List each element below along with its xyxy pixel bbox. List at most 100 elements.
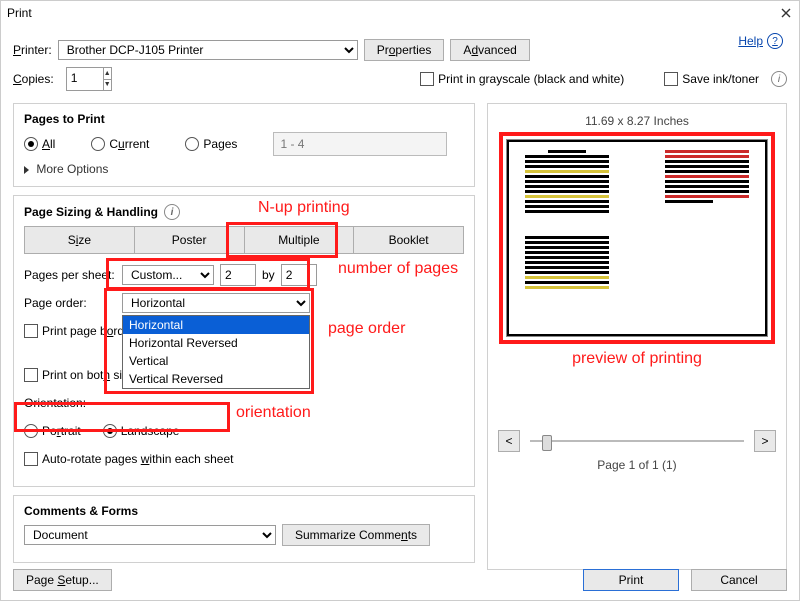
checkbox-box [24, 452, 38, 466]
tab-size[interactable]: Size [24, 226, 134, 254]
slider-track [530, 440, 744, 442]
radio-current-label: Current [109, 137, 149, 151]
printer-row: Printer: Brother DCP-J105 Printer Proper… [13, 39, 787, 61]
orientation-radios: Portrait Landscape [24, 420, 464, 442]
print-page-border-checkbox[interactable]: Print page border [24, 324, 135, 338]
preview-panel: 11.69 x 8.27 Inches [487, 103, 787, 570]
page-order-option[interactable]: Vertical Reversed [123, 370, 309, 388]
sizing-title: Page Sizing & Handling i [24, 204, 464, 220]
more-options-toggle[interactable]: More Options [24, 162, 464, 176]
page-order-option[interactable]: Horizontal Reversed [123, 334, 309, 352]
preview-dimensions: 11.69 x 8.27 Inches [585, 114, 689, 128]
checkbox-box [420, 72, 434, 86]
tab-multiple[interactable]: Multiple [244, 226, 354, 254]
info-icon[interactable]: i [771, 71, 787, 87]
radio-portrait[interactable]: Portrait [24, 424, 81, 438]
bottom-right-buttons: Print Cancel [583, 569, 787, 591]
sizing-tabs: Size Poster Multiple Booklet [24, 226, 464, 254]
radio-pages-label: Pages [203, 137, 237, 151]
checkbox-box [664, 72, 678, 86]
grayscale-label: Print in grayscale (black and white) [438, 72, 624, 86]
tab-booklet[interactable]: Booklet [353, 226, 464, 254]
orientation-label: Orientation: [24, 396, 116, 410]
advanced-button[interactable]: Advanced [450, 39, 529, 61]
pages-to-print-panel: Pages to Print All Current Pages 1 - 4 [13, 103, 475, 187]
pages-to-print-title: Pages to Print [24, 112, 464, 126]
window-title: Print [7, 6, 32, 20]
page-order-select[interactable]: Horizontal Horizontal Horizontal Reverse… [122, 293, 310, 313]
spinner-buttons[interactable]: ▲▼ [103, 68, 111, 90]
comments-row: Document Summarize Comments [24, 524, 464, 546]
printer-section: Help ? Printer: Brother DCP-J105 Printer… [1, 25, 799, 103]
preview-slider[interactable] [530, 434, 744, 448]
sizing-panel: Page Sizing & Handling i Size Poster Mul… [13, 195, 475, 487]
properties-button[interactable]: Properties [364, 39, 445, 61]
pps-label: Pages per sheet: [24, 268, 116, 282]
printer-select[interactable]: Brother DCP-J105 Printer [58, 40, 358, 60]
preview-prev-button[interactable]: < [498, 430, 520, 452]
page-order-label: Page order: [24, 296, 116, 310]
annotation-frame-preview [499, 132, 775, 344]
bottom-button-row: Page Setup... Print Cancel [1, 560, 799, 600]
spinner-up-icon[interactable]: ▲ [104, 68, 111, 80]
radio-current[interactable]: Current [91, 137, 149, 151]
radio-landscape[interactable]: Landscape [103, 424, 180, 438]
auto-rotate-label: Auto-rotate pages within each sheet [42, 452, 233, 466]
pps-by-label: by [262, 268, 275, 282]
page-order-dropdown-list: Horizontal Horizontal Reversed Vertical … [122, 315, 310, 389]
radio-dot [24, 424, 38, 438]
help-icon: ? [767, 33, 783, 49]
pps-cols-input[interactable] [220, 264, 256, 286]
cancel-button[interactable]: Cancel [691, 569, 787, 591]
copies-spinner[interactable]: ▲▼ [66, 67, 112, 91]
grayscale-checkbox[interactable]: Print in grayscale (black and white) [420, 72, 624, 86]
pages-per-sheet-row: Pages per sheet: Custom... by [24, 264, 464, 286]
printer-label: Printer: [13, 43, 52, 57]
page-of-label: Page 1 of 1 (1) [498, 458, 776, 472]
radio-dot [91, 137, 105, 151]
radio-portrait-label: Portrait [42, 424, 81, 438]
content-area: Pages to Print All Current Pages 1 - 4 [1, 103, 799, 582]
radio-dot [24, 137, 38, 151]
radio-all-label: All [42, 137, 55, 151]
pages-range-row: All Current Pages 1 - 4 [24, 132, 464, 156]
save-ink-checkbox[interactable]: Save ink/toner [664, 72, 759, 86]
comments-select[interactable]: Document [24, 525, 276, 545]
titlebar: Print [1, 1, 799, 25]
auto-rotate-checkbox[interactable]: Auto-rotate pages within each sheet [24, 452, 233, 466]
print-page-border-label: Print page border [42, 324, 135, 338]
radio-dot [185, 137, 199, 151]
save-ink-label: Save ink/toner [682, 72, 759, 86]
preview-next-button[interactable]: > [754, 430, 776, 452]
help-link[interactable]: Help ? [738, 33, 783, 49]
radio-pages[interactable]: Pages [185, 137, 237, 151]
page-order-option[interactable]: Horizontal [123, 316, 309, 334]
summarize-comments-button[interactable]: Summarize Comments [282, 524, 430, 546]
radio-dot [103, 424, 117, 438]
page-order-row: Page order: Horizontal Horizontal Horizo… [24, 292, 464, 314]
page-setup-button[interactable]: Page Setup... [13, 569, 112, 591]
print-button[interactable]: Print [583, 569, 679, 591]
copies-input[interactable] [67, 68, 103, 88]
close-icon [781, 8, 791, 18]
radio-all[interactable]: All [24, 137, 55, 151]
slider-thumb[interactable] [542, 435, 552, 451]
orientation-row: Orientation: [24, 392, 464, 414]
sizing-title-text: Page Sizing & Handling [24, 205, 158, 219]
chevron-right-icon [24, 166, 29, 174]
copies-row: Copies: ▲▼ Print in grayscale (black and… [13, 67, 787, 91]
info-icon[interactable]: i [164, 204, 180, 220]
annotation-text-preview: preview of printing [572, 350, 702, 368]
close-button[interactable] [779, 6, 793, 20]
pps-rows-input[interactable] [281, 264, 317, 286]
preview-frame [507, 140, 767, 336]
pps-mode-select[interactable]: Custom... [122, 265, 214, 285]
spinner-down-icon[interactable]: ▼ [104, 80, 111, 91]
tab-poster[interactable]: Poster [134, 226, 244, 254]
preview-nav-row: < > [498, 394, 776, 452]
preview-mini-page [519, 234, 615, 310]
page-order-option[interactable]: Vertical [123, 352, 309, 370]
checkbox-box [24, 368, 38, 382]
left-column: Pages to Print All Current Pages 1 - 4 [13, 103, 475, 570]
page-range-input[interactable]: 1 - 4 [273, 132, 447, 156]
